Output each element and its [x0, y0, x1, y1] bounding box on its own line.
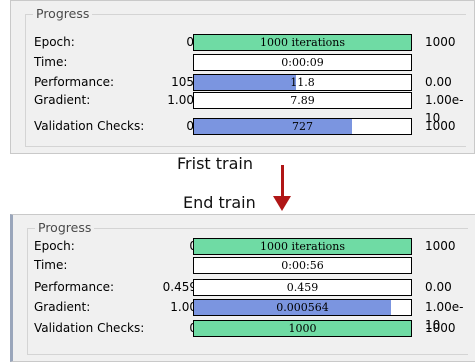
progress-bar: 727 [193, 118, 412, 135]
progress-value: 1000 [288, 322, 317, 335]
down-arrow-icon [273, 196, 291, 211]
progress-value: 7.89 [290, 94, 315, 107]
max-value: 1000 [425, 35, 456, 49]
progress-value: 0:00:56 [281, 259, 324, 272]
end-train-annotation: End train [183, 193, 256, 212]
progress-bar: 7.89 [193, 92, 412, 109]
row-label: Gradient: [34, 93, 91, 107]
progress-bar: 0:00:09 [193, 54, 412, 71]
progress-row-time: Time: 0:00:56 [0, 256, 475, 274]
max-value: 0.00 [425, 280, 452, 294]
panel-title: Progress [33, 6, 93, 21]
row-label: Performance: [34, 75, 115, 89]
row-label: Validation Checks: [34, 321, 145, 335]
progress-bar: 1000 [193, 320, 412, 337]
progress-row-epoch: Epoch:01000 iterations1000 [0, 237, 475, 255]
progress-bar: 0.000564 [193, 299, 412, 316]
progress-bar: 11.8 [193, 74, 412, 91]
progress-row-performance: Performance: 0.459 0.459 0.00 [0, 278, 475, 296]
first-train-annotation: Frist train [177, 154, 253, 173]
row-label: Time: [34, 55, 68, 69]
down-arrow-shaft [281, 165, 284, 198]
max-value: 1000 [425, 119, 456, 133]
max-value: 0.00 [425, 75, 452, 89]
progress-row-performance: Performance: 105 11.8 0.00 [0, 73, 475, 91]
min-value: 0.459 [162, 280, 197, 294]
max-value: 1000 [425, 239, 456, 253]
row-label: Gradient: [34, 300, 91, 314]
progress-row-epoch: Epoch:01000 iterations1000 [0, 33, 475, 51]
min-value: 105 [171, 75, 194, 89]
min-value: 1.00 [167, 93, 194, 107]
row-label: Epoch: [34, 239, 75, 253]
progress-row-validation-checks: Validation Checks:010001000 [0, 319, 475, 337]
panel-title: Progress [35, 220, 95, 235]
progress-row-time: Time: 0:00:09 [0, 53, 475, 71]
progress-value: 11.8 [290, 76, 315, 89]
progress-bar: 0:00:56 [193, 257, 412, 274]
progress-value: 1000 iterations [259, 240, 346, 253]
progress-value: 0:00:09 [281, 56, 324, 69]
progress-bar: 1000 iterations [193, 34, 412, 51]
row-label: Time: [34, 258, 68, 272]
progress-value: 727 [292, 120, 313, 133]
max-value: 1000 [425, 321, 456, 335]
progress-row-gradient: Gradient: 1.00 7.89 1.00e-10 [0, 91, 475, 125]
progress-row-gradient: Gradient: 1.00 0.000564 1.00e-10 [0, 298, 475, 332]
row-label: Performance: [34, 280, 115, 294]
progress-row-validation-checks: Validation Checks: 0 727 1000 [0, 117, 475, 135]
progress-bar: 1000 iterations [193, 238, 412, 255]
progress-value: 0.459 [286, 281, 319, 294]
row-label: Epoch: [34, 35, 75, 49]
progress-value: 0.000564 [276, 301, 329, 314]
row-label: Validation Checks: [34, 119, 145, 133]
progress-value: 1000 iterations [259, 36, 346, 49]
progress-bar: 0.459 [193, 279, 412, 296]
